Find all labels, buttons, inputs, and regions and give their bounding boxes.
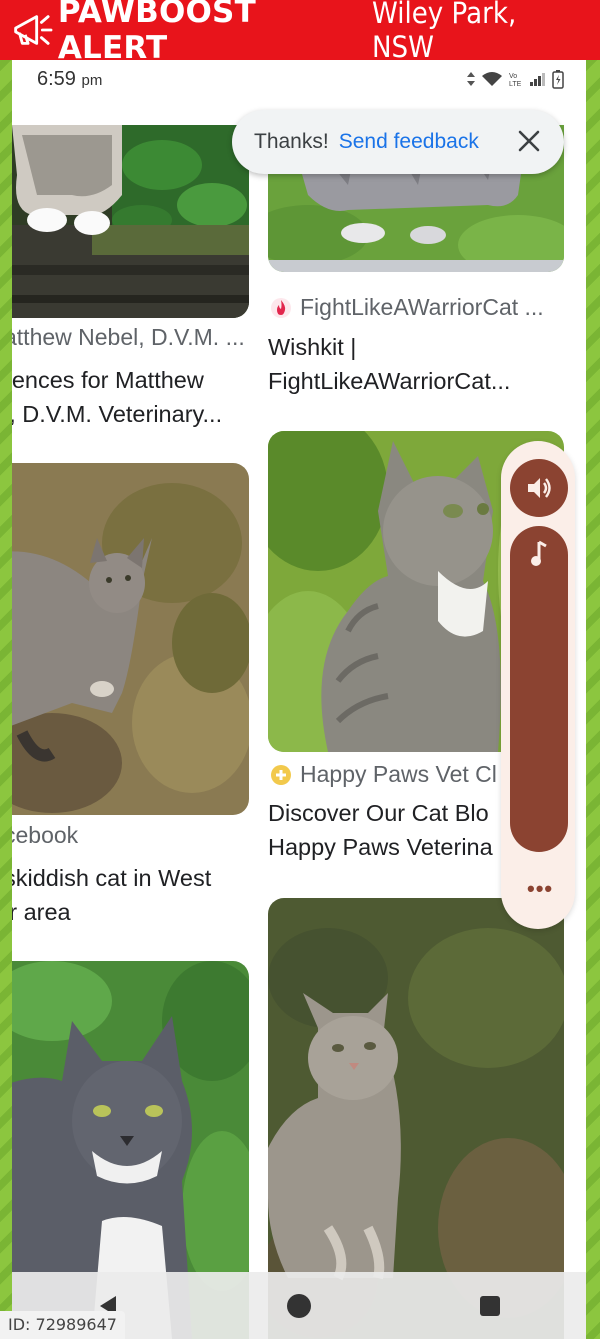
battery-icon (552, 70, 564, 89)
signal-icon (530, 73, 545, 86)
title-line: Wishkit | (268, 334, 357, 360)
flame-icon (271, 297, 291, 318)
send-feedback-link[interactable]: Send feedback (339, 130, 479, 154)
recents-square-icon (480, 1295, 501, 1316)
svg-text:Vo: Vo (509, 73, 517, 80)
listing-id: ID: 72989647 (0, 1311, 125, 1339)
close-icon[interactable] (516, 128, 542, 154)
result-source: cebook (12, 822, 249, 849)
result-source: FightLikeAWarriorCat ... (270, 294, 570, 321)
source-name: FightLikeAWarriorCat ... (300, 294, 544, 320)
home-button[interactable] (279, 1286, 319, 1326)
title-line: l, D.V.M. Veterinary... (12, 401, 223, 427)
ringer-mode-button[interactable] (510, 459, 568, 517)
result-title[interactable]: Discover Our Cat Blo Happy Paws Veterina (268, 796, 508, 864)
title-line: Discover Our Cat Blo (268, 800, 489, 826)
result-title[interactable]: skiddish cat in West ir area (12, 861, 252, 929)
recents-button[interactable] (470, 1286, 510, 1326)
cat-on-log-photo (12, 125, 249, 318)
plus-badge-icon (271, 764, 291, 785)
cat-on-dirt-photo (12, 463, 249, 815)
alert-location: Wiley Park, NSW (372, 0, 517, 64)
data-arrows-icon (467, 72, 475, 86)
svg-text:LTE: LTE (509, 81, 522, 87)
clock-time: 6:59 (37, 68, 76, 90)
status-icons: Vo LTE (466, 69, 564, 89)
status-bar: 6:59 pm Vo LTE (12, 60, 586, 100)
more-options-icon[interactable]: ••• (527, 876, 553, 902)
thanks-text: Thanks! (254, 130, 329, 153)
title-line: skiddish cat in West (12, 865, 212, 891)
clock-ampm: pm (81, 72, 103, 89)
result-title[interactable]: Wishkit | FightLikeAWarriorCat... (268, 330, 564, 398)
result-title[interactable]: rences for Matthew l, D.V.M. Veterinary.… (12, 363, 252, 431)
wifi-icon (482, 72, 502, 86)
result-source: Happy Paws Vet Cl (270, 761, 512, 788)
status-time: 6:59 pm (37, 68, 102, 91)
title-line: rences for Matthew (12, 367, 204, 393)
home-circle-icon (286, 1293, 311, 1318)
megaphone-icon (14, 15, 53, 45)
source-name: cebook (12, 822, 79, 848)
source-name: Happy Paws Vet Cl (300, 761, 497, 787)
feedback-chip: Thanks! Send feedback (232, 110, 564, 174)
right-decorative-border (586, 60, 600, 1339)
speaker-icon (528, 478, 551, 498)
source-name: atthew Nebel, D.V.M. ... (12, 324, 245, 350)
music-note-icon (531, 540, 547, 566)
result-source: atthew Nebel, D.V.M. ... (12, 324, 249, 351)
phone-screen: 6:59 pm Vo LTE atthew Nebel, D.V.M. ... … (12, 60, 586, 1339)
brand-name: PAWBOOST ALERT (57, 0, 256, 66)
volte-icon: VoLTE (509, 73, 522, 87)
image-result-thumbnail[interactable] (12, 125, 249, 318)
title-line: ir area (12, 899, 71, 925)
image-result-thumbnail[interactable] (12, 463, 249, 815)
media-volume-slider[interactable] (510, 526, 568, 852)
title-line: FightLikeAWarriorCat... (268, 368, 511, 394)
title-line: Happy Paws Veterina (268, 834, 493, 860)
volume-panel: ••• (501, 441, 575, 929)
pawboost-banner: PAWBOOST ALERT Wiley Park, NSW (0, 0, 600, 66)
